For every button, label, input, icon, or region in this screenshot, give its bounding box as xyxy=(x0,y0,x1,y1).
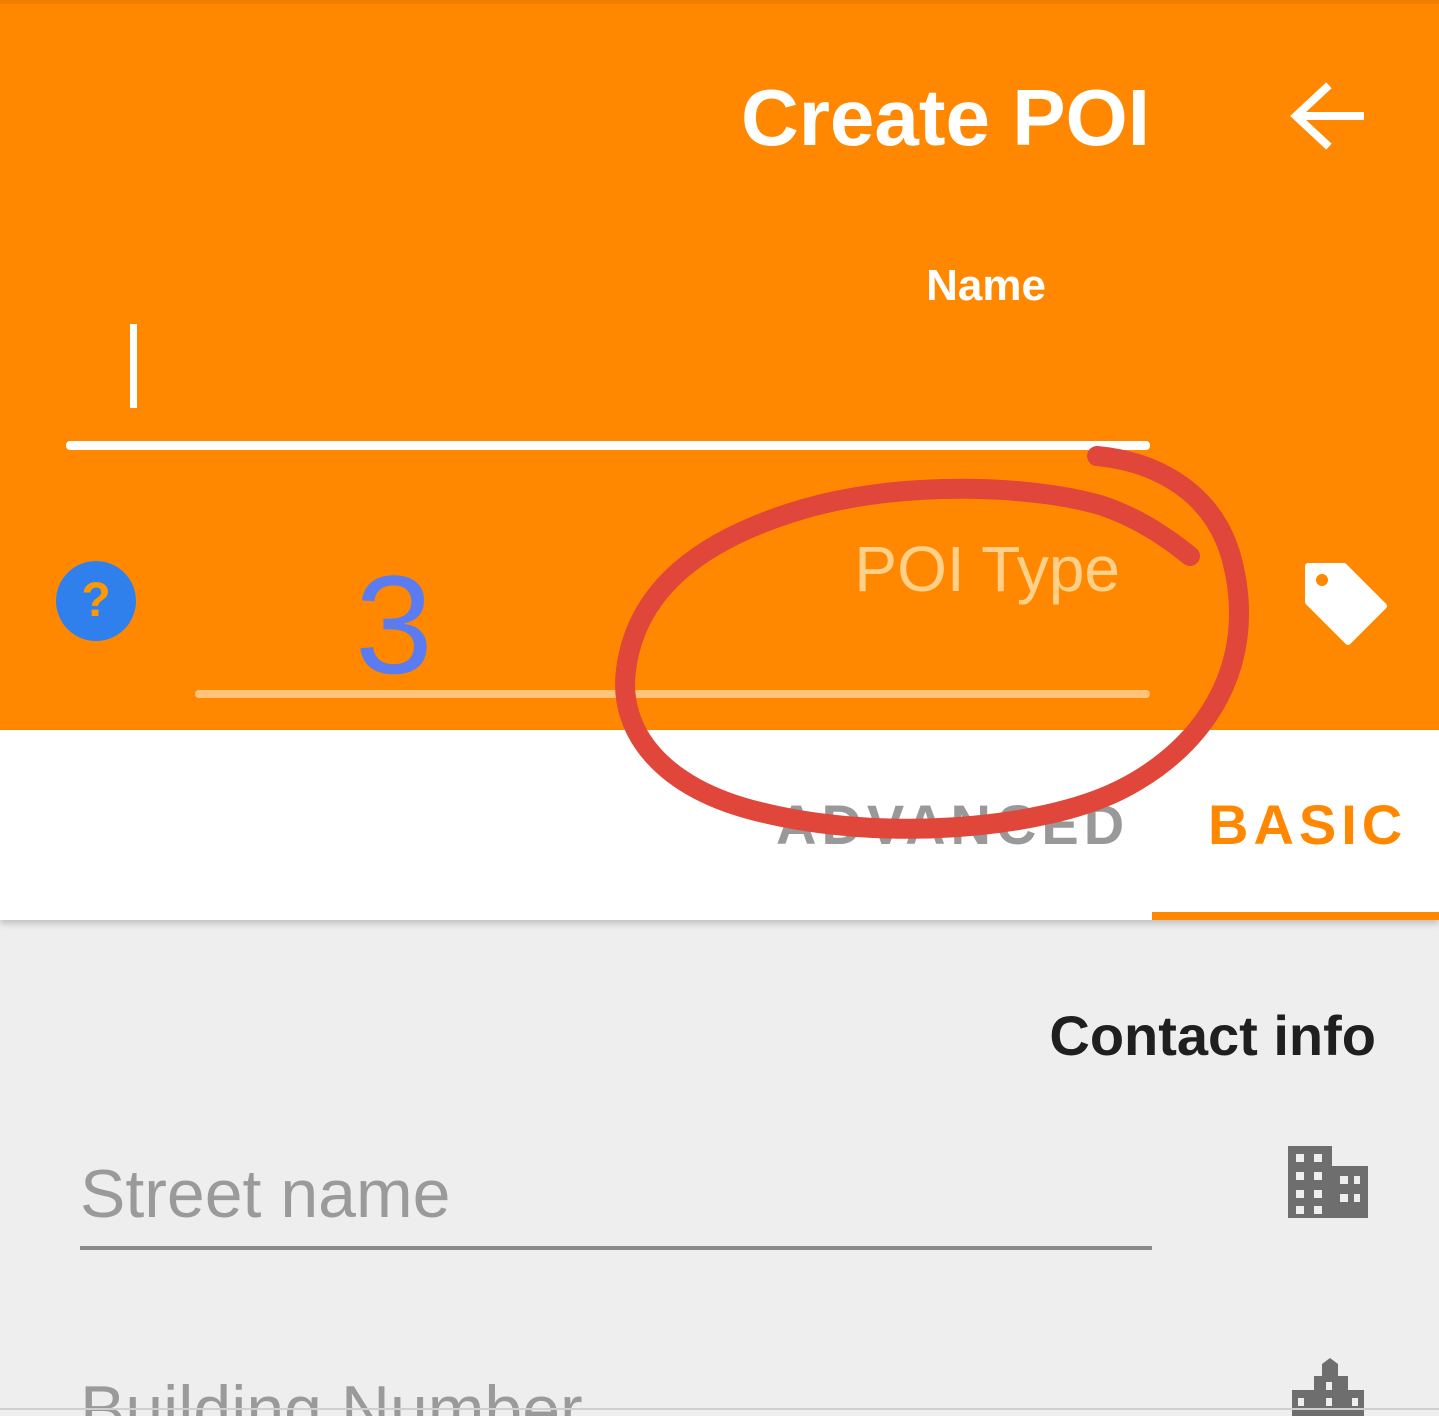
tab-indicator xyxy=(1152,912,1439,920)
street-name-underline xyxy=(80,1246,1152,1250)
street-name-field[interactable]: Street name xyxy=(80,1150,1152,1254)
tab-basic[interactable]: BASIC xyxy=(1208,790,1407,860)
back-button[interactable] xyxy=(1284,78,1368,158)
name-label: Name xyxy=(926,261,1046,310)
name-input[interactable] xyxy=(66,310,1150,450)
section-title-contact-info: Contact info xyxy=(1049,1004,1376,1067)
tab-advanced[interactable]: ADVANCED xyxy=(776,790,1129,860)
poi-type-input[interactable]: 3 POI Type xyxy=(195,520,1150,703)
help-icon[interactable]: ? xyxy=(56,561,136,641)
bottom-divider xyxy=(0,1408,1439,1410)
poi-type-placeholder: POI Type xyxy=(854,533,1120,605)
building-icon xyxy=(1288,1146,1368,1218)
tab-bar: ADVANCED BASIC xyxy=(0,730,1439,920)
page-title: Create POI xyxy=(740,73,1150,162)
name-underline xyxy=(66,441,1150,450)
text-caret xyxy=(130,324,137,408)
tag-icon-graphic xyxy=(1305,563,1387,645)
tag-icon[interactable] xyxy=(1300,560,1390,650)
status-strip xyxy=(0,0,1439,4)
street-name-placeholder: Street name xyxy=(80,1156,451,1232)
app-header: Create POI Name ? 3 POI Type xyxy=(0,0,1439,730)
poi-type-underline xyxy=(195,690,1150,698)
poi-type-count: 3 xyxy=(355,546,433,703)
arrow-left-icon xyxy=(1290,82,1364,150)
building-number-icon xyxy=(1292,1358,1364,1416)
